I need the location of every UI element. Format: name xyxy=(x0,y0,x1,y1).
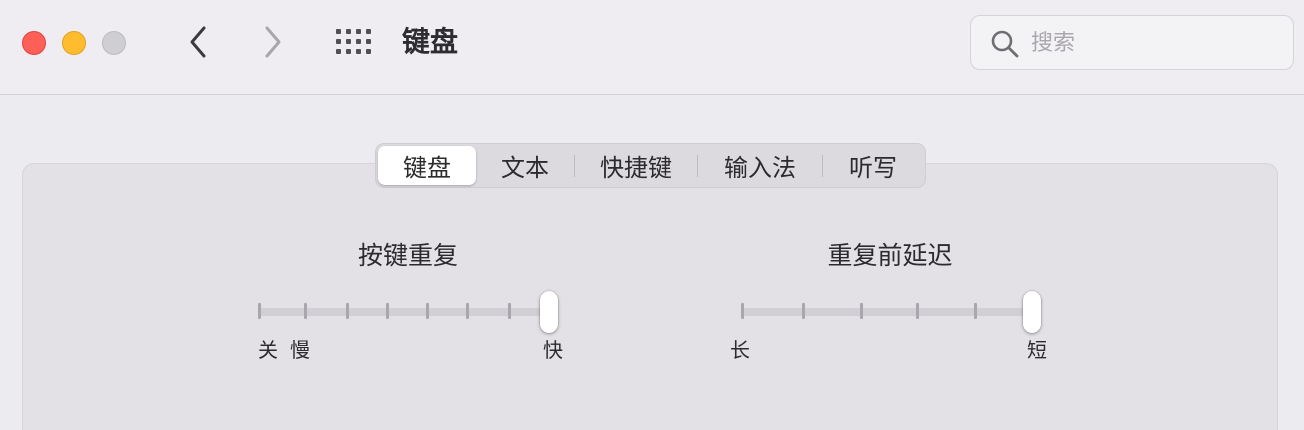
delay-until-repeat-tick xyxy=(974,303,977,319)
key-repeat-off-label: 关 xyxy=(258,338,278,362)
delay-until-repeat-tick xyxy=(860,303,863,319)
tab-keyboard[interactable]: 键盘 xyxy=(378,146,476,185)
delay-until-repeat-tick xyxy=(741,303,744,319)
key-repeat-fast-label: 快 xyxy=(543,338,563,362)
key-repeat-tick xyxy=(466,303,469,319)
key-repeat-tick xyxy=(304,303,307,319)
toolbar: 键盘 xyxy=(0,0,1304,95)
window-title: 键盘 xyxy=(402,25,459,58)
key-repeat-slider-knob[interactable] xyxy=(540,291,558,333)
delay-until-repeat-slider-knob[interactable] xyxy=(1023,291,1041,333)
delay-until-repeat-tick xyxy=(916,303,919,319)
tab-input-sources[interactable]: 输入法 xyxy=(698,146,822,185)
chevron-right-icon xyxy=(265,26,281,58)
back-button[interactable] xyxy=(180,24,216,60)
delay-short-label: 短 xyxy=(1027,338,1047,362)
search-input[interactable] xyxy=(1031,24,1281,62)
tab-text[interactable]: 文本 xyxy=(476,146,574,185)
tab-dictation[interactable]: 听写 xyxy=(823,146,923,185)
grid-icon xyxy=(336,29,371,54)
key-repeat-title: 按键重复 xyxy=(357,241,458,270)
key-repeat-tick xyxy=(508,303,511,319)
tab-bar: 键盘 文本 快捷键 输入法 听写 xyxy=(375,143,926,188)
key-repeat-slow-label: 慢 xyxy=(290,338,310,362)
zoom-button[interactable] xyxy=(102,31,126,55)
key-repeat-tick xyxy=(346,303,349,319)
key-repeat-tick xyxy=(386,303,389,319)
chevron-left-icon xyxy=(190,26,206,58)
key-repeat-tick xyxy=(426,303,429,319)
minimize-button[interactable] xyxy=(62,31,86,55)
search-field[interactable] xyxy=(970,15,1294,70)
key-repeat-tick xyxy=(258,303,261,319)
show-all-button[interactable] xyxy=(333,26,375,58)
delay-until-repeat-track[interactable] xyxy=(741,308,1031,316)
preferences-window: 键盘 键盘 文本 快捷键 输入法 听写 按键重复 关 慢 快 重复前延迟 xyxy=(0,0,1304,430)
delay-until-repeat-tick xyxy=(802,303,805,319)
delay-long-label: 长 xyxy=(730,338,750,362)
search-icon xyxy=(991,30,1019,58)
close-button[interactable] xyxy=(22,31,46,55)
delay-until-repeat-title: 重复前延迟 xyxy=(827,241,953,270)
forward-button[interactable] xyxy=(255,24,291,60)
tab-shortcuts[interactable]: 快捷键 xyxy=(575,146,697,185)
content-panel xyxy=(22,163,1278,430)
key-repeat-track[interactable] xyxy=(258,308,550,316)
